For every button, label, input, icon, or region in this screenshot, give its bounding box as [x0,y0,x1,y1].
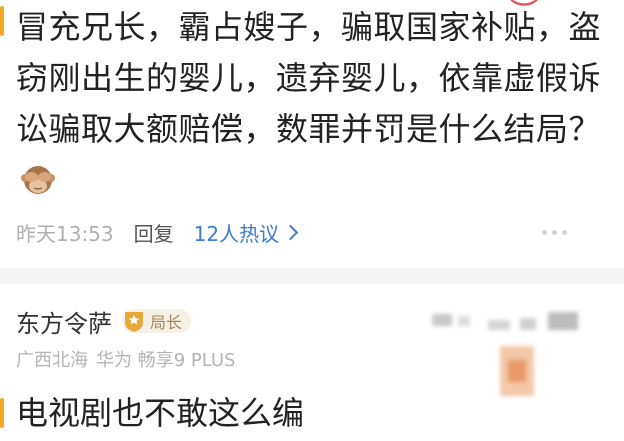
comment-text-content: 冒充兄长，霸占嫂子，骗取国家补贴，盗窃刚出生的婴儿，遗弃婴儿，依靠虚假诉讼骗取大… [16,8,602,148]
hot-discuss-link[interactable]: 12人热议 [193,218,299,247]
second-comment: 东方令萨 局长 广西北海 华为 畅享9 PLUS 电视剧也不敢这么编 [0,284,624,441]
see-no-evil-monkey-icon [21,166,55,194]
comment-time: 昨天13:53 [16,221,114,246]
level-badge: 局长 [122,309,192,333]
user-location: 广西北海 [16,350,88,371]
hot-discuss-label: 12人热议 [193,221,280,246]
user-row: 东方令萨 局长 [16,304,192,339]
comment-thread-page: 冒充兄长，霸占嫂子，骗取国家补贴，盗窃刚出生的婴儿，遗弃婴儿，依靠虚假诉讼骗取大… [0,0,624,441]
chevron-right-icon [282,224,299,240]
more-options-icon[interactable] [542,226,572,238]
level-label: 局长 [150,313,183,332]
quote-bar [0,398,4,428]
user-device: 华为 畅享9 PLUS [96,350,236,371]
comment-text: 电视剧也不敢这么编 [16,394,305,432]
section-divider [0,268,624,284]
shield-badge-icon [125,312,143,332]
top-comment: 冒充兄长，霸占嫂子，骗取国家补贴，盗窃刚出生的婴儿，遗弃婴儿，依靠虚假诉讼骗取大… [0,0,624,268]
comment-meta: 昨天13:53 回复 12人热议 [16,215,299,249]
reply-button[interactable]: 回复 [134,218,174,247]
user-meta: 广西北海 华为 畅享9 PLUS [16,346,235,372]
username[interactable]: 东方令萨 [16,304,112,339]
comment-text: 冒充兄长，霸占嫂子，骗取国家补贴，盗窃刚出生的婴儿，遗弃婴儿，依靠虚假诉讼骗取大… [16,2,616,206]
quote-bar [0,6,4,36]
